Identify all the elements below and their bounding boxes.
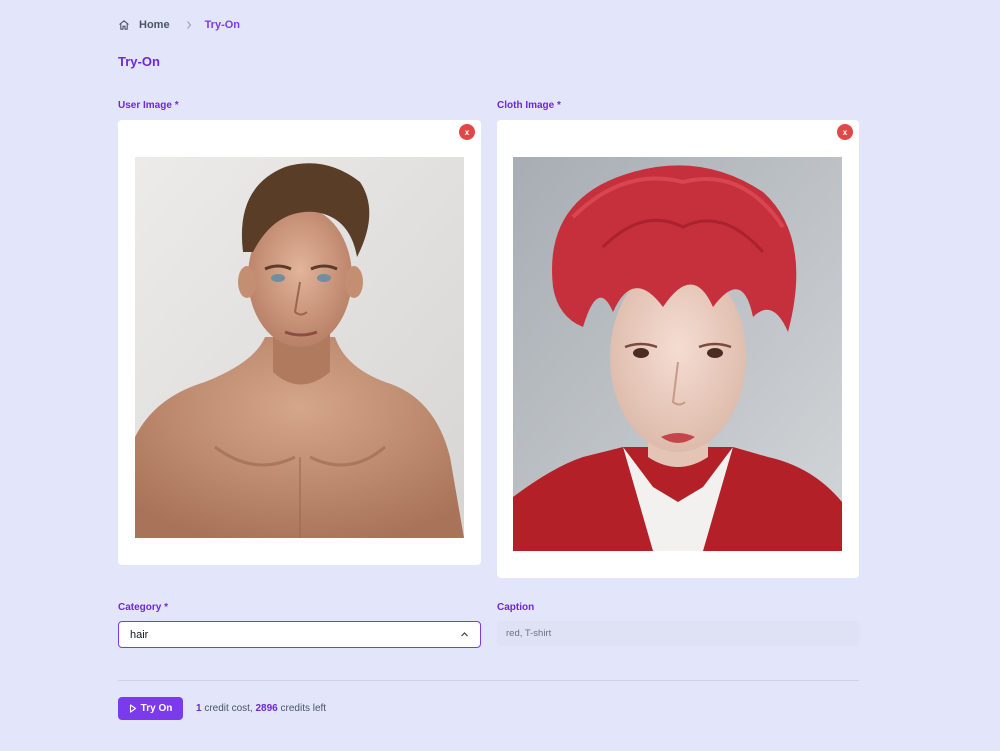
- home-icon[interactable]: [118, 19, 130, 31]
- remove-user-image-button[interactable]: x: [459, 124, 475, 140]
- divider: [118, 680, 859, 681]
- close-icon: x: [464, 127, 470, 137]
- credits-left-value: 2896: [255, 703, 278, 714]
- caption-input[interactable]: [497, 621, 859, 646]
- try-on-button[interactable]: Try On: [118, 697, 183, 720]
- credits-left-text: credits left: [280, 703, 327, 714]
- cloth-image-preview: [513, 157, 842, 551]
- breadcrumb: Home Try-On: [118, 18, 240, 32]
- credit-cost-value: 1: [196, 703, 202, 714]
- chevron-up-icon: [460, 630, 469, 639]
- close-icon: x: [842, 127, 848, 137]
- chevron-right-icon: [185, 20, 193, 30]
- user-image-preview: [135, 157, 464, 538]
- cloth-image-label: Cloth Image *: [497, 100, 561, 111]
- cloth-image-dropzone[interactable]: x: [497, 120, 859, 578]
- user-image-dropzone[interactable]: x: [118, 120, 481, 565]
- category-select[interactable]: hair: [118, 621, 481, 648]
- remove-cloth-image-button[interactable]: x: [837, 124, 853, 140]
- play-icon: [129, 704, 137, 713]
- category-label: Category *: [118, 602, 169, 613]
- credits-info: 1 credit cost, 2896 credits left: [196, 703, 326, 714]
- user-image-label: User Image *: [118, 100, 179, 111]
- caption-label: Caption: [497, 602, 535, 613]
- page-title: Try-On: [118, 54, 160, 69]
- breadcrumb-current: Try-On: [204, 19, 241, 31]
- category-value: hair: [130, 628, 149, 641]
- try-on-label: Try On: [140, 703, 173, 714]
- breadcrumb-home[interactable]: Home: [139, 19, 170, 31]
- credit-cost-text: credit cost,: [204, 703, 253, 714]
